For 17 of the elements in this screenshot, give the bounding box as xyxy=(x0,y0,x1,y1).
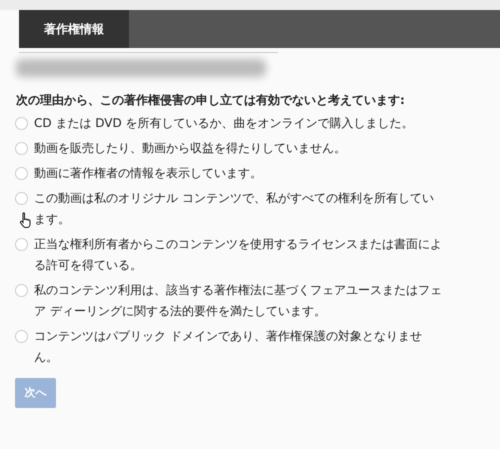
radio-button[interactable] xyxy=(15,167,28,180)
option-label[interactable]: 私のコンテンツ利用は、該当する著作権法に基づくフェアユースまたはフェア ディーリングに関する法的要件を満たしています。 xyxy=(34,280,444,322)
option-label[interactable]: 動画に著作権者の情報を表示しています。 xyxy=(34,163,444,184)
prompt-text: 次の理由から、この著作権侵害の申し立ては有効でないと考えています: xyxy=(16,92,406,109)
radio-button[interactable] xyxy=(15,192,28,205)
option-label[interactable]: この動画は私のオリジナル コンテンツで、私がすべての権利を所有しています。 xyxy=(34,188,444,230)
radio-button[interactable] xyxy=(15,284,28,297)
radio-button[interactable] xyxy=(15,330,28,343)
hand-cursor-icon xyxy=(19,212,33,228)
radio-button[interactable] xyxy=(15,142,28,155)
option-label[interactable]: コンテンツはパブリック ドメインであり、著作権保護の対象となりません。 xyxy=(34,326,444,368)
radio-button[interactable] xyxy=(15,117,28,130)
option-label[interactable]: 動画を販売したり、動画から収益を得たりしていません。 xyxy=(34,138,444,159)
option-label[interactable]: 正当な権利所有者からこのコンテンツを使用するライセンスまたは書面による許可を得ている。 xyxy=(34,234,444,276)
radio-button[interactable] xyxy=(15,238,28,251)
option-label[interactable]: CD または DVD を所有しているか、曲をオンラインで購入しました。 xyxy=(34,113,444,134)
tab[interactable]: 著作権情報 xyxy=(19,10,129,48)
